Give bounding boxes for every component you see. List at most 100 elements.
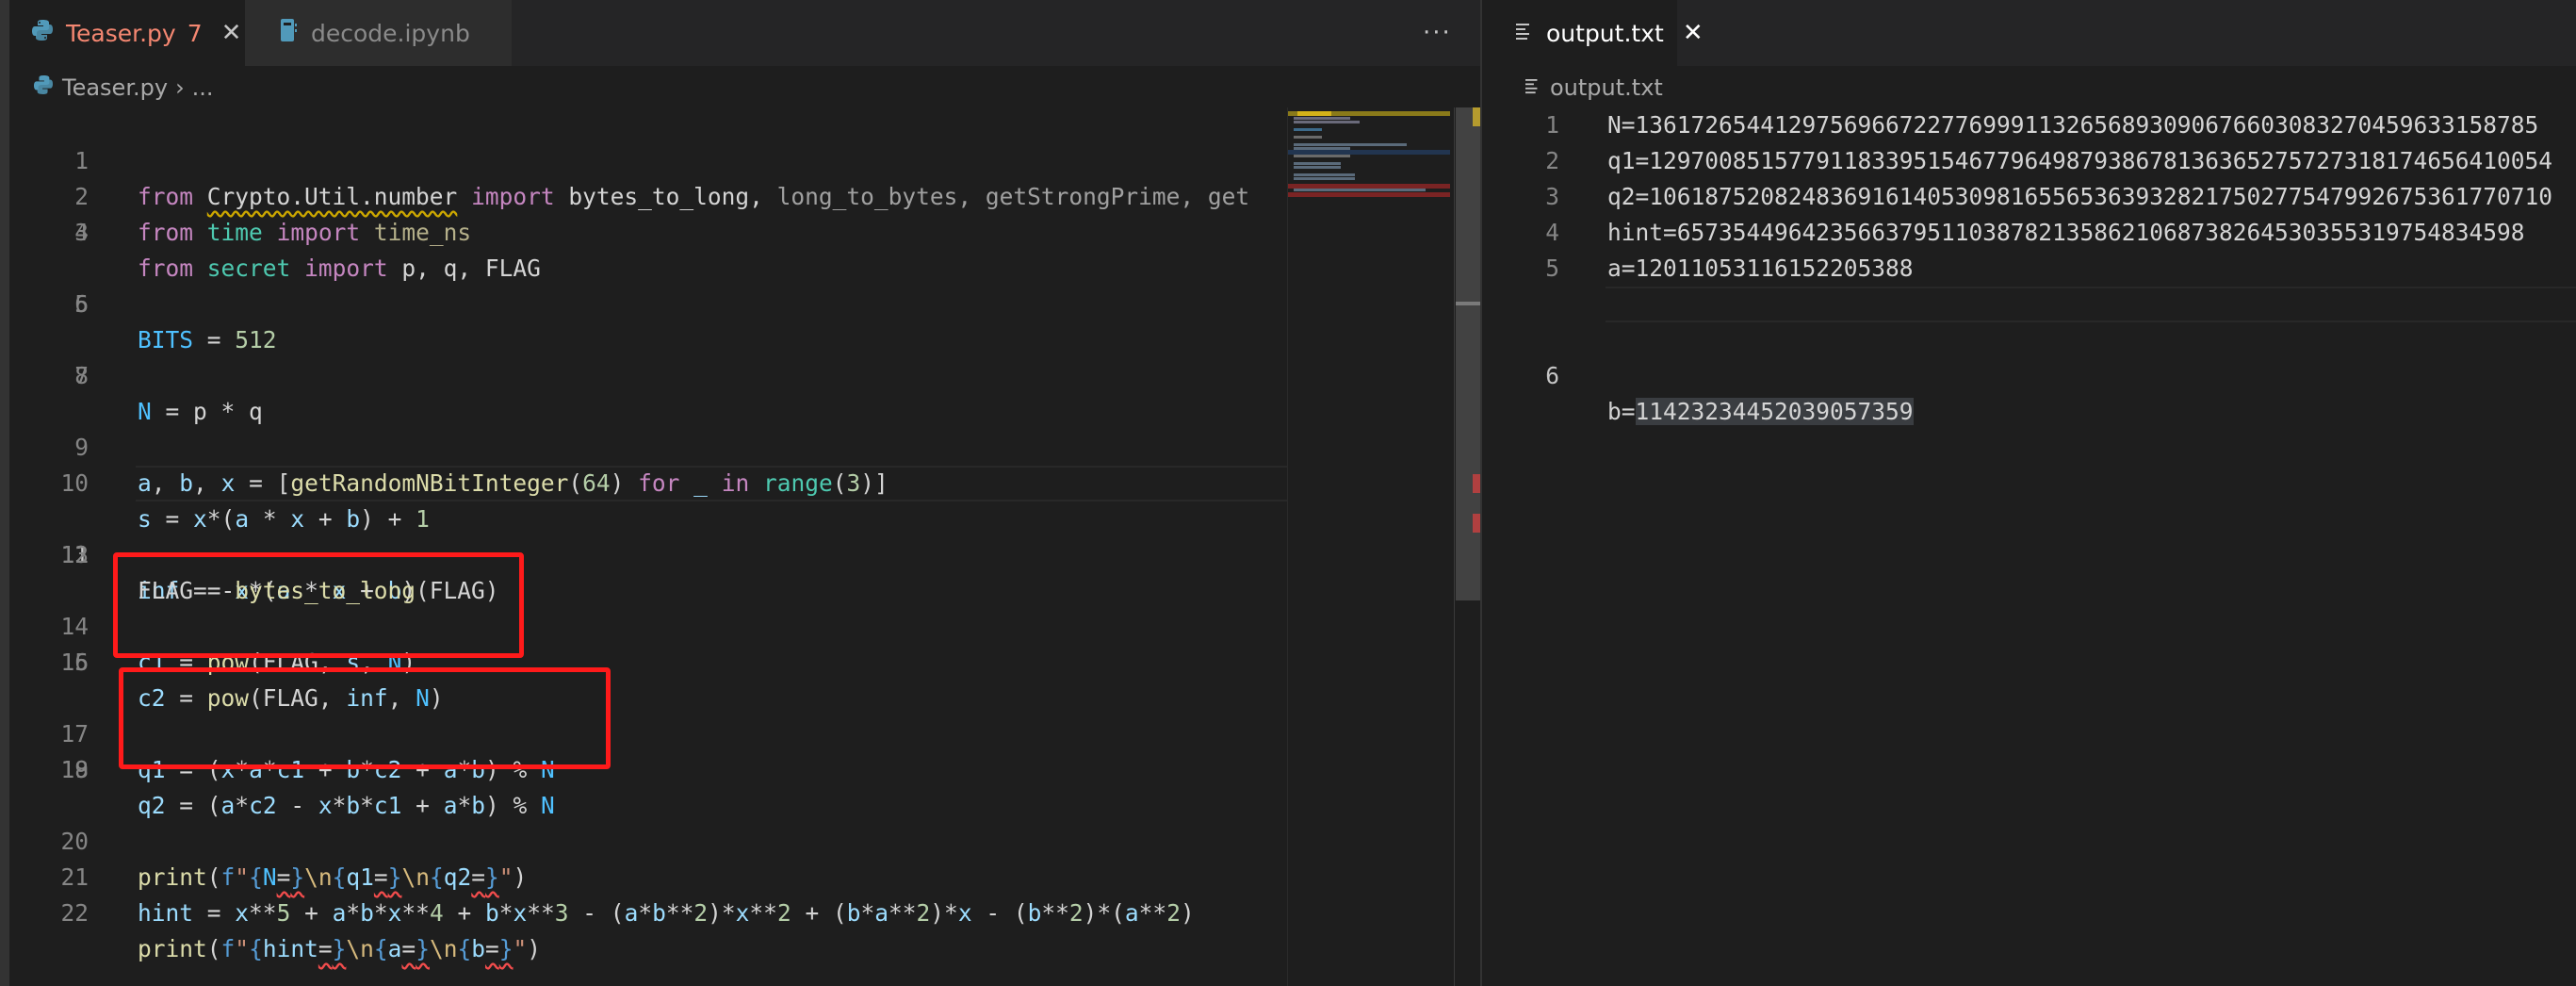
token: x xyxy=(513,899,528,927)
code-line: 4 xyxy=(9,215,1480,251)
token: ** xyxy=(889,899,917,927)
token: hint xyxy=(138,899,194,927)
line-number: 8 xyxy=(74,362,89,389)
token: 4 xyxy=(429,899,444,927)
current-line-highlight xyxy=(136,466,1480,501)
tab-label: Teaser.py xyxy=(66,19,176,47)
token: ) xyxy=(527,935,542,962)
token: ** xyxy=(749,899,777,927)
token: \n xyxy=(346,935,374,962)
code-text: hint = x**5 + a*b*x**4 + b*x**3 - (a*b**… xyxy=(138,896,1195,931)
text-line: 4 hint=6573544964235663795110387821358621… xyxy=(1482,215,2576,251)
token: ** xyxy=(665,899,694,927)
right-tab-bar: output.txt ✕ xyxy=(1482,0,2576,66)
token: + xyxy=(443,899,485,927)
notebook-icon xyxy=(279,18,298,48)
text-line-current: 6 b=11423234452039057359 xyxy=(1482,287,2576,425)
chevron-right-icon: › xyxy=(175,74,185,101)
selected-text[interactable]: 11423234452039057359 xyxy=(1635,398,1914,425)
token: = xyxy=(401,935,416,962)
token: ** xyxy=(249,899,277,927)
tab-teaser-py[interactable]: Teaser.py 7 ✕ xyxy=(9,0,245,66)
line-text: hint=65735449642356637951103878213586210… xyxy=(1607,219,2525,246)
minimap[interactable] xyxy=(1287,107,1463,986)
line-text: a=12011053116152205388 xyxy=(1607,255,1914,282)
token: a xyxy=(332,899,347,927)
token: b xyxy=(471,935,485,962)
activity-bar-edge xyxy=(0,0,9,986)
token: * xyxy=(860,899,875,927)
breadcrumb-file[interactable]: Teaser.py xyxy=(62,74,168,101)
token: print xyxy=(138,935,207,962)
token: b xyxy=(652,899,666,927)
token: = xyxy=(193,899,236,927)
token: { xyxy=(249,935,263,962)
token: 2 xyxy=(776,899,791,927)
code-line-current: 11 inf = -x*(a * x + b) xyxy=(9,466,1480,604)
code-line: 21 hint = x**5 + a*b*x**4 + b*x**3 - (a*… xyxy=(9,824,1480,927)
token: a xyxy=(624,899,639,927)
token: ** xyxy=(1041,899,1069,927)
code-line: 1 from Crypto.Util.number import bytes_t… xyxy=(9,107,1480,210)
close-tab-icon[interactable]: ✕ xyxy=(221,19,242,47)
tab-label: decode.ipynb xyxy=(311,19,470,47)
token: b xyxy=(484,899,499,927)
code-line: 12 FLAG = bytes_to_long(FLAG) xyxy=(9,501,1480,604)
line-number: 16 xyxy=(60,649,89,676)
line-number: 4 xyxy=(74,219,89,246)
code-text: print(f"{hint=}\n{a=}\n{b=}") xyxy=(138,931,541,967)
token: " xyxy=(235,935,250,962)
code-line: 22 print(f"{hint=}\n{a=}\n{b=}") xyxy=(9,860,1480,962)
code-line: 7 N = p * q xyxy=(9,322,1480,425)
text-line: 5 a=12011053116152205388 xyxy=(1482,251,2576,287)
token: )*( xyxy=(1083,899,1125,927)
breadcrumb-symbols[interactable]: ... xyxy=(192,74,214,101)
line-number: 6 xyxy=(1545,362,1559,389)
token: { xyxy=(373,935,388,962)
close-tab-icon[interactable]: ✕ xyxy=(1683,19,1704,47)
token: 2 xyxy=(1068,899,1084,927)
breadcrumb: output.txt xyxy=(1482,66,2576,109)
token: } xyxy=(498,935,514,962)
right-editor-group: output.txt ✕ output.txt 1 N=1361726544129… xyxy=(1482,0,2576,986)
code-line: 3 from secret import p, q, FLAG xyxy=(9,179,1480,282)
code-line: 9 a, b, x = [getRandomNBitInteger(64) fo… xyxy=(9,394,1480,497)
tab-output-txt[interactable]: output.txt ✕ xyxy=(1482,0,1704,66)
line-number: 2 xyxy=(1545,147,1559,174)
text-file-icon xyxy=(1525,74,1541,101)
breadcrumb: Teaser.py › ... xyxy=(9,66,1480,109)
token: 2 xyxy=(916,899,931,927)
token: } xyxy=(332,935,347,962)
token: \n xyxy=(429,935,458,962)
code-line: 5 BITS = 512 xyxy=(9,251,1480,353)
token: 2 xyxy=(1166,899,1181,927)
breadcrumb-file[interactable]: output.txt xyxy=(1550,74,1663,101)
token: b xyxy=(846,899,861,927)
token: - ( xyxy=(971,899,1028,927)
line-number: 22 xyxy=(60,899,89,927)
annotation-box-q1-q2 xyxy=(119,667,611,769)
problem-count-badge: 7 xyxy=(187,19,203,47)
annotation-box-c1-c2 xyxy=(113,552,524,658)
code-line: 8 xyxy=(9,358,1480,394)
token: 2 xyxy=(693,899,709,927)
token: = xyxy=(318,935,333,962)
text-editor[interactable]: 1 N=1361726544129756966722776999113265689… xyxy=(1482,107,2576,425)
token: ** xyxy=(1138,899,1167,927)
token: { xyxy=(457,935,472,962)
code-line: 10 s = x*(a * x + b) + 1 xyxy=(9,430,1480,533)
code-line: 2 from time import time_ns xyxy=(9,143,1480,246)
token: x xyxy=(235,899,250,927)
token: 3 xyxy=(554,899,569,927)
token: a xyxy=(387,935,402,962)
token: )* xyxy=(708,899,736,927)
code-editor[interactable]: 1 from Crypto.Util.number import bytes_t… xyxy=(9,107,1480,962)
more-actions-button[interactable]: ··· xyxy=(1423,0,1452,66)
line-text: q1=1297008515779118339515467796498793867… xyxy=(1607,147,2553,174)
token: 5 xyxy=(276,899,291,927)
tab-decode-ipynb[interactable]: decode.ipynb xyxy=(245,0,512,66)
code-line: 6 xyxy=(9,287,1480,322)
token: ** xyxy=(401,899,430,927)
token: x xyxy=(387,899,402,927)
vertical-scrollbar[interactable] xyxy=(1454,107,1480,986)
